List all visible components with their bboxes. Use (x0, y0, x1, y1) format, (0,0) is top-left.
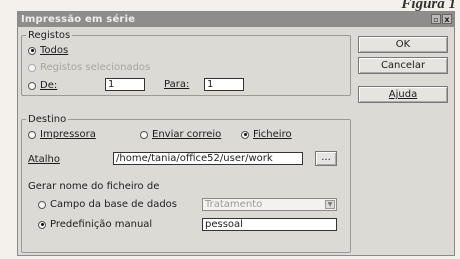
title-bar: Impressão em série ▫ x (18, 12, 454, 27)
radio-printer[interactable] (28, 130, 36, 139)
email-label: Enviar correio (152, 129, 222, 140)
dest-file-option[interactable]: Ficheiro (241, 129, 292, 140)
help-label: Ajuda (388, 89, 418, 100)
radio-email[interactable] (140, 130, 148, 139)
maximize-icon[interactable]: ▫ (431, 14, 441, 24)
mail-merge-dialog: Impressão em série ▫ x Registos Todos Re… (17, 11, 455, 256)
radio-db-field[interactable] (38, 200, 46, 209)
radio-manual[interactable] (38, 220, 46, 229)
from-label: De: (40, 80, 58, 91)
db-field-select: Tratamento ▼ (202, 198, 337, 211)
path-input[interactable]: /home/tania/office52/user/work (113, 152, 303, 165)
help-button[interactable]: Ajuda (358, 86, 448, 103)
chevron-down-icon: ▼ (325, 200, 335, 209)
records-selected-label: Registos selecionados (40, 62, 151, 73)
title-bar-buttons: ▫ x (431, 14, 452, 24)
radio-selected (28, 63, 36, 72)
dest-printer-option[interactable]: Impressora (28, 129, 96, 140)
db-field-value: Tratamento (205, 199, 263, 210)
window-title: Impressão em série (21, 14, 136, 25)
close-icon[interactable]: x (442, 14, 452, 24)
path-label: Atalho (28, 154, 60, 165)
records-range-option[interactable]: De: (28, 80, 57, 91)
radio-file[interactable] (241, 130, 249, 139)
to-input[interactable]: 1 (204, 78, 244, 91)
manual-option[interactable]: Predefinição manual (38, 219, 152, 230)
manual-label: Predefinição manual (50, 219, 153, 230)
to-label: Para: (164, 79, 190, 90)
browse-button[interactable]: ... (315, 151, 337, 166)
printer-label: Impressora (40, 129, 96, 140)
db-field-option[interactable]: Campo da base de dados (38, 199, 177, 210)
destination-legend: Destino (28, 114, 67, 125)
filename-heading: Gerar nome do ficheiro de (28, 181, 160, 192)
records-legend: Registos (28, 30, 71, 41)
records-all-option[interactable]: Todos (28, 45, 68, 56)
cancel-button[interactable]: Cancelar (358, 57, 448, 74)
radio-all[interactable] (28, 46, 36, 55)
records-selected-option: Registos selecionados (28, 62, 150, 73)
manual-input[interactable]: pessoal (202, 218, 337, 231)
from-input[interactable]: 1 (105, 78, 145, 91)
ok-button[interactable]: OK (358, 36, 448, 53)
db-field-label: Campo da base de dados (50, 199, 177, 210)
records-all-label: Todos (40, 45, 69, 56)
radio-range[interactable] (28, 81, 36, 90)
dest-email-option[interactable]: Enviar correio (140, 129, 221, 140)
file-label: Ficheiro (253, 129, 292, 140)
